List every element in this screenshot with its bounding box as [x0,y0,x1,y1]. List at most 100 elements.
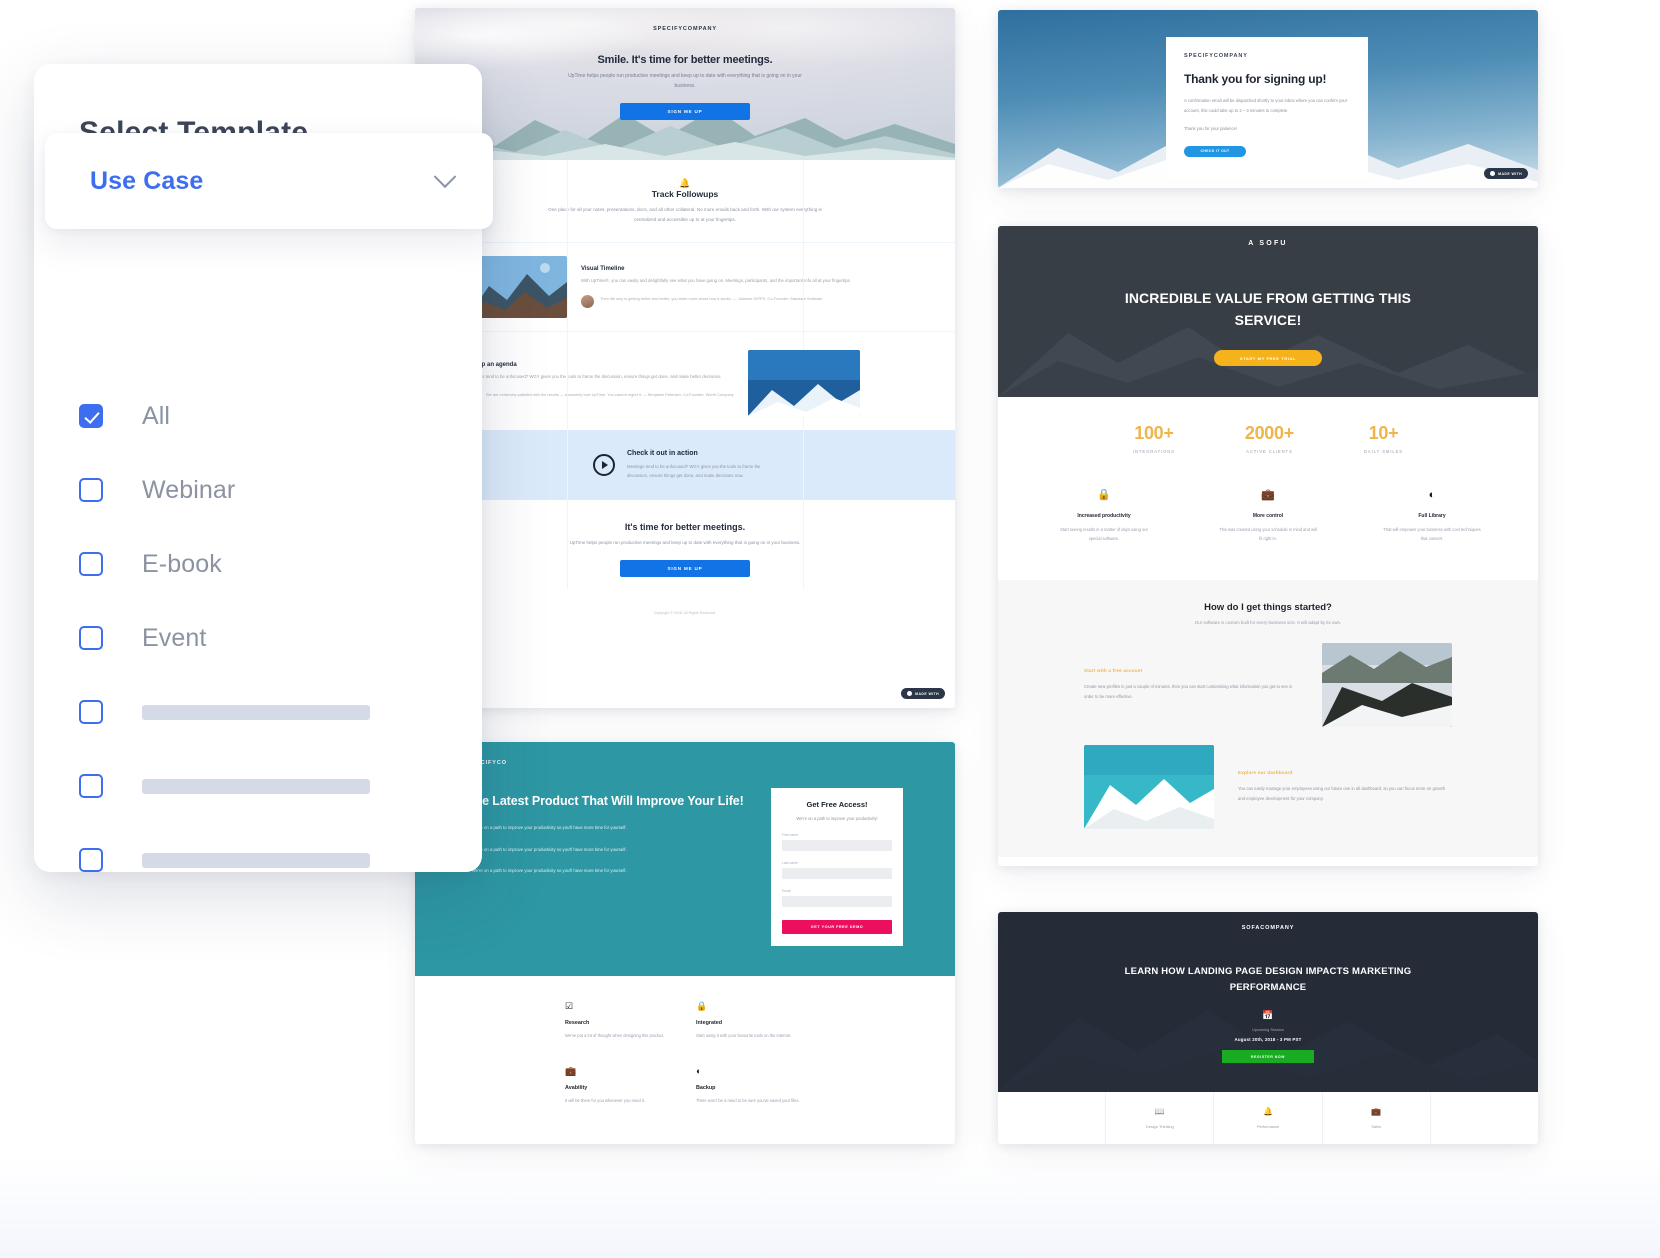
timeline-body: With UpTime®, you can easily and delight… [581,278,851,284]
template-card-meetings[interactable]: SPECIFYCOMPANY Smile. It's time for bett… [415,8,955,708]
badge-label: MADE WITH [1498,171,1522,176]
option-label-event: Event [142,623,207,652]
first-name-label: First name [782,833,799,838]
pie-chart-icon: ◐ [1428,489,1436,501]
timeline-text: Visual Timeline With UpTime®, you can ea… [581,266,851,309]
last-name-input[interactable] [782,868,892,880]
hero-text: SPECIFYCOMPANY Smile. It's time for bett… [415,26,955,120]
feature-item: ◐ Full Library That will empower your bu… [1382,490,1482,544]
made-with-badge[interactable]: MADE WITH [901,688,945,699]
checkbox-webinar[interactable] [79,478,103,502]
bullet-item: 3. We're on a path to improve your produ… [467,867,627,873]
book-icon: 📖 [1154,1106,1165,1116]
thankyou-cta-button[interactable]: CHECK IT OUT [1184,145,1246,157]
email-input[interactable] [782,896,892,908]
template-logo: SPECIFYCO [467,760,507,766]
made-with-badge[interactable]: MADE WITH [1484,168,1528,179]
footer-spacer [998,1092,1105,1144]
sofu-hero: A SOFU INCREDIBLE VALUE FROM GETTING THI… [998,226,1538,397]
started-title: How do I get things started? [1204,601,1332,613]
signup-form[interactable]: Get Free Access! We're on a path to impr… [771,788,903,947]
features-row: 🔒 Increased productivity Start seeing re… [998,476,1538,580]
template-logo: SPECIFYCOMPANY [653,26,717,32]
use-case-options-list: All Webinar E-book Event [79,379,442,897]
feature-desc: Start seeing results in a matter of days… [1060,527,1148,541]
checkbox-placeholder[interactable] [79,774,103,798]
feature-row-agenda: Set up an agenda Meetings tend to be unf… [415,332,955,431]
email-label: Email [782,889,791,894]
option-row-all[interactable]: All [79,379,442,453]
template-card-thankyou[interactable]: SPECIFYCOMPANY Thank you for signing up!… [998,10,1538,188]
feature-desc: That will empower your business with coo… [1383,527,1481,541]
feature-desc: This was created using your schedule in … [1219,527,1317,541]
badge-dot-icon [907,691,913,696]
block2-image [1084,744,1214,829]
first-name-input[interactable] [782,840,892,852]
template-logo: SPECIFYCOMPANY [1184,53,1248,59]
sofu-cta-button[interactable]: START MY FREE TRIAL [1214,350,1322,366]
stat-number: 2000+ [1244,423,1294,443]
avatar [581,295,594,309]
option-label-all: All [142,401,171,430]
stat-number: 10+ [1368,423,1399,443]
footer-title: It's time for better meetings. [624,522,746,533]
feature-item: 🔒 Increased productivity Start seeing re… [1054,490,1154,544]
hero-cta-button[interactable]: SIGN ME UP [620,103,750,120]
footer-topic: 📖 Design Thinking [1105,1092,1213,1144]
video-section[interactable]: Check it out in action Meetings tend to … [415,430,955,501]
feature-desc: We've put a lot of thought when designin… [565,1033,665,1039]
block2-body: You can easily manage your employees usi… [1238,786,1446,801]
footer-cta-button[interactable]: SIGN ME UP [620,559,750,577]
checkbox-event[interactable] [79,626,103,650]
option-row-webinar[interactable]: Webinar [79,453,442,527]
form-submit-button[interactable]: GET YOUR FREE DEMO [782,920,892,935]
dropdown-label: Use Case [90,166,204,195]
webinar-footer: 📖 Design Thinking 🔔 Performance 💼 Sales [998,1092,1538,1144]
checkbox-ebook[interactable] [79,552,103,576]
option-row-ebook[interactable]: E-book [79,527,442,601]
use-case-dropdown[interactable]: Use Case [45,133,493,229]
block1-body: Create new profiles in just a couple of … [1084,684,1293,699]
feature-item: ◐ Backup There won't be a need to be sur… [696,1066,805,1106]
template-card-sofu[interactable]: A SOFU INCREDIBLE VALUE FROM GETTING THI… [998,226,1538,866]
checkbox-placeholder[interactable] [79,848,103,872]
feature-title: Backup [696,1084,716,1091]
topic-label: Sales [1371,1123,1382,1129]
lock-icon: 🔒 [1097,489,1111,501]
bell-icon: 🔔 [679,178,691,188]
feature-title: Avability [565,1084,588,1091]
started-block-1: Start with a free account Create new pro… [998,625,1538,727]
chevron-down-icon[interactable] [433,165,457,189]
template-card-specifyco[interactable]: SPECIFYCO The Latest Product That Will I… [415,742,955,1144]
specifyco-hero: SPECIFYCO The Latest Product That Will I… [415,742,955,977]
started-block-2: Explore our dashboard You can easily man… [998,727,1538,829]
block1-image [1322,642,1452,727]
stat-number: 100+ [1134,423,1174,443]
video-body: Meetings tend to be unfocused? WGY gives… [627,464,761,479]
footer-topic: 🔔 Performance [1213,1092,1321,1144]
followups-section: 🔔 Track Followups One place for all your… [415,160,955,243]
session-date: August 20th, 2018 - 3 PM PST [1234,1037,1302,1042]
checkbox-placeholder[interactable] [79,700,103,724]
last-name-label: Last name [782,861,798,866]
register-button[interactable]: REGISTER NOW [1222,1050,1314,1063]
sofu-headline: INCREDIBLE VALUE FROM GETTING THIS SERVI… [1124,290,1412,328]
agenda-image [747,350,860,417]
thankyou-card: SPECIFYCOMPANY Thank you for signing up!… [1166,37,1368,179]
feature-title: Full Library [1418,513,1446,519]
checkbox-all[interactable] [79,404,103,428]
option-row-event[interactable]: Event [79,601,442,675]
option-row-placeholder[interactable] [79,675,442,749]
option-row-placeholder[interactable] [79,749,442,823]
option-label-ebook: E-book [142,549,222,578]
play-icon[interactable] [593,454,615,477]
thankyou-title: Thank you for signing up! [1184,72,1327,86]
template-card-webinar[interactable]: SOFACOMPANY LEARN HOW LANDING PAGE DESIG… [998,912,1538,1144]
option-row-placeholder[interactable] [79,823,442,897]
badge-dot-icon [1490,171,1496,176]
block2-kicker: Explore our dashboard [1238,770,1293,776]
agenda-title: Set up an agenda [467,362,517,369]
template-logo: A SOFU [1248,240,1288,247]
template-logo: SOFACOMPANY [1241,925,1295,931]
feature-title: Increased productivity [1077,513,1131,519]
